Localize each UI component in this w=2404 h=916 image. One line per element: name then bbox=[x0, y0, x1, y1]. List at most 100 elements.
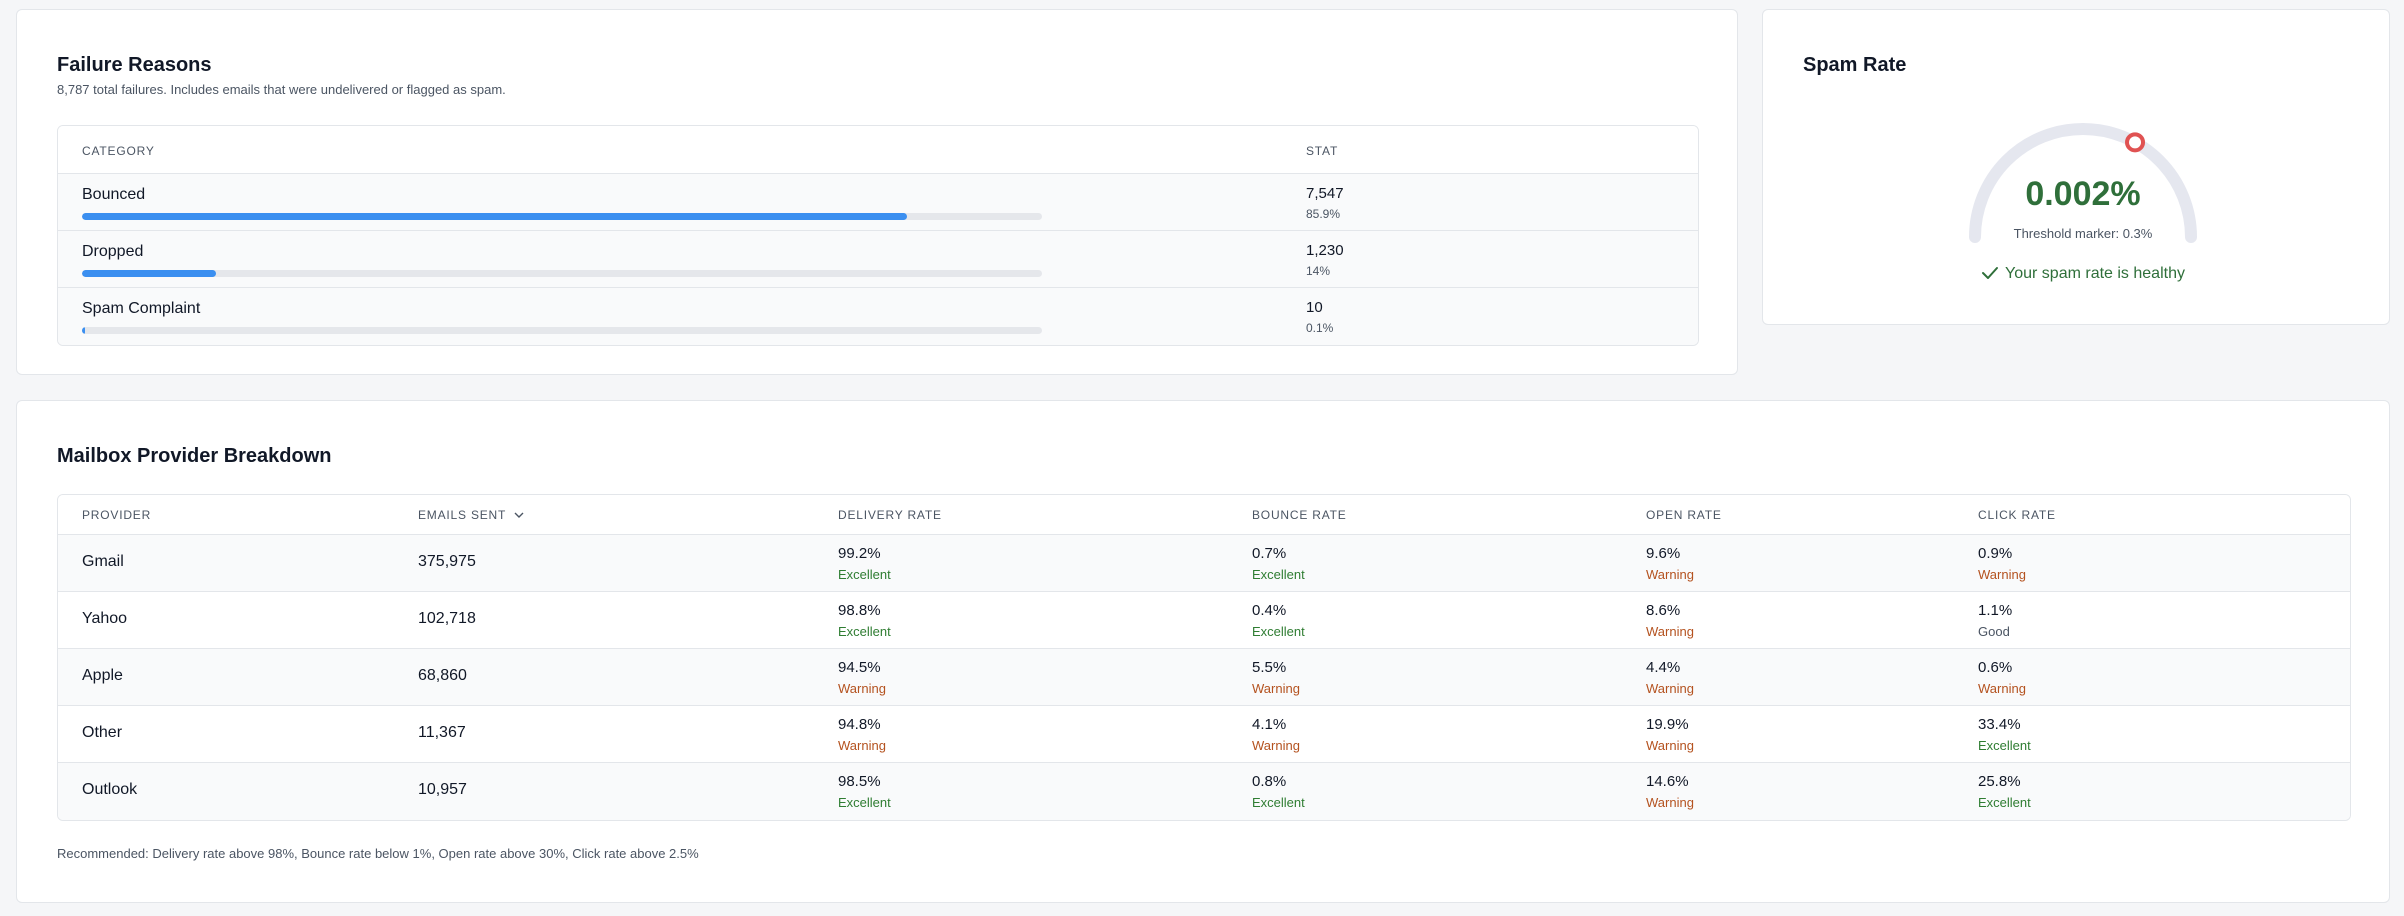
click-rate-label: Good bbox=[1978, 624, 2010, 639]
failure-bar-fill bbox=[82, 213, 907, 220]
open-rate-label: Warning bbox=[1646, 681, 1694, 696]
emails-sent-header[interactable]: EMAILS SENT bbox=[418, 508, 524, 522]
click-rate-value: 0.9% bbox=[1978, 545, 2013, 562]
bounce-rate-value: 4.1% bbox=[1252, 716, 1287, 733]
failure-bar-track bbox=[82, 327, 1042, 334]
open-rate-value: 9.6% bbox=[1646, 545, 1681, 562]
click-rate-label: Warning bbox=[1978, 567, 2026, 582]
spam-status-text: Your spam rate is healthy bbox=[2005, 265, 2185, 282]
delivery-rate-header: DELIVERY RATE bbox=[838, 508, 942, 522]
provider-row: Apple 68,860 94.5% Warning 5.5% Warning 4.4% Wa… bbox=[58, 649, 2350, 706]
emails-sent-header-label: EMAILS SENT bbox=[418, 508, 507, 522]
delivery-rate-value: 94.8% bbox=[838, 716, 881, 733]
bounce-rate-header: BOUNCE RATE bbox=[1252, 508, 1347, 522]
failure-category: Dropped bbox=[82, 243, 144, 260]
failure-reasons-title: Failure Reasons bbox=[57, 54, 212, 76]
provider-breakdown-title: Mailbox Provider Breakdown bbox=[57, 445, 332, 467]
open-rate-label: Warning bbox=[1646, 624, 1694, 639]
provider-row: Yahoo 102,718 98.8% Excellent 0.4% Excellent 8… bbox=[58, 592, 2350, 649]
delivery-rate-label: Warning bbox=[838, 681, 886, 696]
failure-stat: 7,547 bbox=[1306, 185, 1344, 202]
delivery-rate-value: 94.5% bbox=[838, 659, 881, 676]
bounce-rate-label: Excellent bbox=[1252, 795, 1305, 810]
bounce-rate-value: 0.7% bbox=[1252, 545, 1287, 562]
click-rate-label: Excellent bbox=[1978, 738, 2031, 753]
click-rate-label: Warning bbox=[1978, 681, 2026, 696]
spam-rate-card: Spam Rate 0.002% Threshold marker: 0.3% … bbox=[1762, 9, 2390, 325]
spam-status: Your spam rate is healthy bbox=[1963, 265, 2203, 283]
mailbox-provider-card: Mailbox Provider Breakdown PROVIDER EMAI… bbox=[16, 400, 2390, 903]
spam-rate-value: 0.002% bbox=[2025, 175, 2141, 213]
spam-rate-title: Spam Rate bbox=[1803, 54, 1907, 76]
open-rate-label: Warning bbox=[1646, 567, 1694, 582]
click-rate-value: 33.4% bbox=[1978, 716, 2021, 733]
click-rate-value: 25.8% bbox=[1978, 773, 2021, 790]
open-rate-header: OPEN RATE bbox=[1646, 508, 1722, 522]
failure-table-header: CATEGORY STAT bbox=[58, 126, 1698, 174]
delivery-rate-label: Warning bbox=[838, 738, 886, 753]
failure-percent: 14% bbox=[1306, 264, 1331, 278]
delivery-rate-value: 98.5% bbox=[838, 773, 881, 790]
provider-header: PROVIDER bbox=[82, 508, 152, 522]
click-rate-value: 0.6% bbox=[1978, 659, 2013, 676]
provider-row: Other 11,367 94.8% Warning 4.1% Warning 19.9% W… bbox=[58, 706, 2350, 763]
delivery-rate-label: Excellent bbox=[838, 567, 891, 582]
failure-bar-track bbox=[82, 213, 1042, 220]
click-rate-header: CLICK RATE bbox=[1978, 508, 2056, 522]
failure-bar-track bbox=[82, 270, 1042, 277]
failure-category: Spam Complaint bbox=[82, 300, 201, 317]
bounce-rate-label: Excellent bbox=[1252, 567, 1305, 582]
click-rate-value: 1.1% bbox=[1978, 602, 2013, 619]
emails-sent-value: 102,718 bbox=[418, 610, 476, 627]
failure-reasons-subtitle: 8,787 total failures. Includes emails th… bbox=[57, 82, 506, 97]
open-rate-value: 8.6% bbox=[1646, 602, 1681, 619]
provider-name: Gmail bbox=[82, 553, 124, 570]
open-rate-label: Warning bbox=[1646, 795, 1694, 810]
open-rate-value: 4.4% bbox=[1646, 659, 1681, 676]
emails-sent-value: 375,975 bbox=[418, 553, 476, 570]
failure-bar-fill bbox=[82, 327, 85, 334]
bounce-rate-label: Excellent bbox=[1252, 624, 1305, 639]
failure-stat: 10 bbox=[1306, 299, 1323, 316]
chevron-down-icon[interactable] bbox=[514, 512, 524, 518]
bounce-rate-value: 0.4% bbox=[1252, 602, 1287, 619]
failure-row: Spam Complaint 10 0.1% bbox=[58, 288, 1698, 345]
emails-sent-value: 11,367 bbox=[418, 724, 466, 741]
provider-row: Outlook 10,957 98.5% Excellent 0.8% Excellent… bbox=[58, 763, 2350, 820]
click-rate-label: Excellent bbox=[1978, 795, 2031, 810]
open-rate-value: 19.9% bbox=[1646, 716, 1689, 733]
failure-row: Dropped 1,230 14% bbox=[58, 231, 1698, 288]
bounce-rate-label: Warning bbox=[1252, 681, 1300, 696]
threshold-caption: Threshold marker: 0.3% bbox=[2013, 226, 2153, 241]
failure-row: Bounced 7,547 85.9% bbox=[58, 174, 1698, 231]
provider-row: Gmail 375,975 99.2% Excellent 0.7% Excellent 9… bbox=[58, 535, 2350, 592]
stat-header: STAT bbox=[1306, 144, 1339, 158]
emails-sent-value: 10,957 bbox=[418, 781, 467, 798]
check-icon bbox=[1982, 267, 1999, 279]
failure-percent: 0.1% bbox=[1306, 321, 1334, 335]
failure-bar-fill bbox=[82, 270, 217, 277]
failure-reasons-table: CATEGORY STAT Bounced 7,547 85.9% Dropped 1,… bbox=[57, 125, 1699, 346]
provider-name: Yahoo bbox=[82, 610, 128, 627]
category-header: CATEGORY bbox=[82, 144, 155, 158]
bounce-rate-value: 0.8% bbox=[1252, 773, 1287, 790]
emails-sent-value: 68,860 bbox=[418, 667, 467, 684]
delivery-rate-value: 99.2% bbox=[838, 545, 881, 562]
delivery-rate-value: 98.8% bbox=[838, 602, 881, 619]
spam-rate-gauge: 0.002% Threshold marker: 0.3% bbox=[1963, 115, 2203, 255]
provider-table-header: PROVIDER EMAILS SENT DELIVERY RATE BOUNC… bbox=[58, 495, 2350, 535]
bounce-rate-value: 5.5% bbox=[1252, 659, 1287, 676]
failure-category: Bounced bbox=[82, 186, 146, 203]
failure-stat: 1,230 bbox=[1306, 242, 1344, 259]
recommendation-footnote: Recommended: Delivery rate above 98%, Bo… bbox=[57, 846, 699, 861]
failure-percent: 85.9% bbox=[1306, 207, 1341, 221]
provider-name: Other bbox=[82, 724, 123, 741]
failure-reasons-card: Failure Reasons 8,787 total failures. In… bbox=[16, 9, 1738, 375]
threshold-marker bbox=[2125, 132, 2146, 153]
delivery-rate-label: Excellent bbox=[838, 624, 891, 639]
provider-name: Apple bbox=[82, 667, 123, 684]
provider-name: Outlook bbox=[82, 781, 138, 798]
delivery-rate-label: Excellent bbox=[838, 795, 891, 810]
open-rate-label: Warning bbox=[1646, 738, 1694, 753]
provider-table: PROVIDER EMAILS SENT DELIVERY RATE BOUNC… bbox=[57, 494, 2351, 821]
